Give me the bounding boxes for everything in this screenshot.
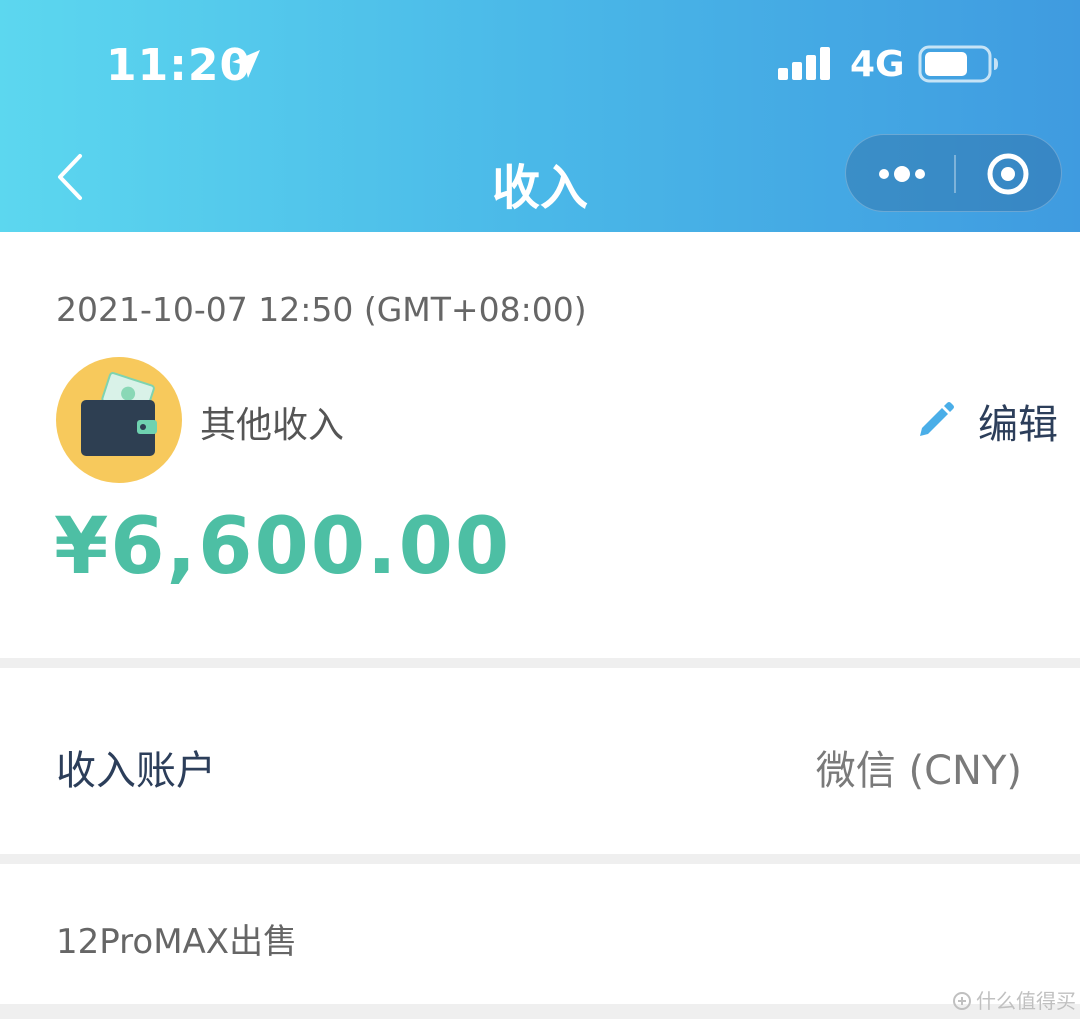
note-card: 12ProMAX出售 — [0, 864, 1080, 1004]
battery-icon — [918, 44, 1000, 84]
wallet-icon — [55, 356, 183, 484]
nav-bar: 收入 — [0, 132, 1080, 232]
amount-value: ¥6,600.00 — [54, 502, 512, 592]
signal-bars-icon — [778, 46, 834, 82]
watermark-logo-icon — [952, 991, 972, 1011]
status-bar: 11:20 4G — [0, 0, 1080, 130]
income-account-row[interactable]: 收入账户 微信 (CNY) — [0, 668, 1080, 854]
note-text: 12ProMAX出售 — [56, 922, 298, 962]
app-header: 11:20 4G 收入 — [0, 0, 1080, 232]
network-type: 4G — [850, 44, 905, 85]
category-label: 其他收入 — [200, 405, 345, 446]
edit-button[interactable]: 编辑 — [914, 392, 1064, 448]
record-datetime: 2021-10-07 12:50 (GMT+08:00) — [56, 290, 587, 329]
location-arrow-icon — [228, 46, 264, 82]
account-value: 微信 (CNY) — [815, 748, 1022, 794]
edit-label: 编辑 — [978, 402, 1058, 448]
mini-program-capsule — [845, 134, 1062, 212]
more-dots-icon[interactable] — [866, 135, 951, 213]
capsule-divider — [954, 155, 956, 193]
pencil-icon — [914, 398, 956, 440]
record-summary-card: 2021-10-07 12:50 (GMT+08:00) 其他收入 编辑 ¥6,… — [0, 232, 1080, 658]
watermark-text: 什么值得买 — [976, 989, 1076, 1013]
close-target-icon[interactable] — [976, 135, 1052, 213]
account-label: 收入账户 — [56, 748, 216, 794]
watermark: 什么值得买 — [952, 985, 1076, 1014]
